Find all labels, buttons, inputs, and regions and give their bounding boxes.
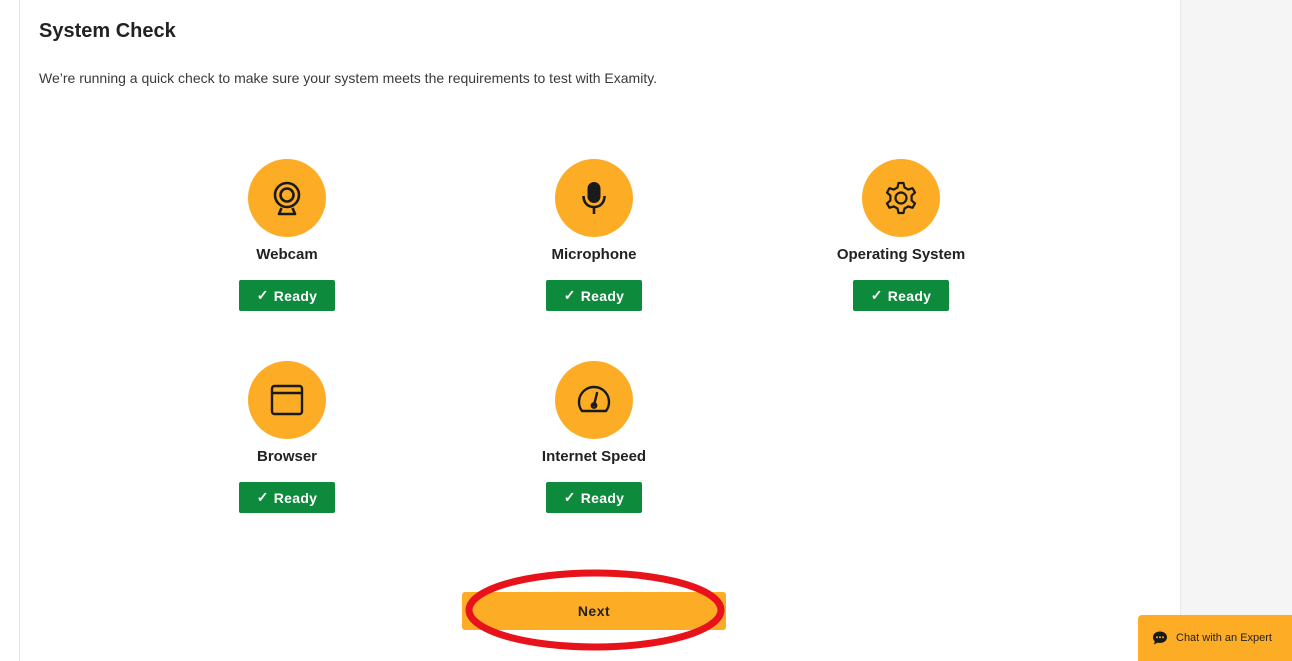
check-label: Internet Speed <box>541 448 647 465</box>
webcam-icon <box>248 159 326 237</box>
speedometer-icon <box>555 361 633 439</box>
gear-icon <box>862 159 940 237</box>
next-button[interactable]: Next <box>462 592 726 630</box>
checkmark-icon: ✓ <box>256 287 269 303</box>
checkmark-icon: ✓ <box>563 489 576 505</box>
check-label: Microphone <box>551 246 637 263</box>
check-browser: Browser ✓ Ready <box>187 361 387 513</box>
check-label: Operating System <box>836 246 966 263</box>
check-internet-speed: Internet Speed ✓ Ready <box>494 361 694 513</box>
microphone-icon <box>555 159 633 237</box>
status-badge: ✓ Ready <box>239 280 335 311</box>
check-operating-system: Operating System ✓ Ready <box>801 159 1001 311</box>
status-badge: ✓ Ready <box>546 280 642 311</box>
browser-window-icon <box>248 361 326 439</box>
check-webcam: Webcam ✓ Ready <box>187 159 387 311</box>
chat-label: Chat with an Expert <box>1176 632 1272 644</box>
checkmark-icon: ✓ <box>563 287 576 303</box>
check-label: Browser <box>256 448 318 465</box>
intro-text: We’re running a quick check to make sure… <box>39 70 658 86</box>
checkmark-icon: ✓ <box>256 489 269 505</box>
status-badge: ✓ Ready <box>546 482 642 513</box>
check-label: Webcam <box>256 246 318 263</box>
status-badge: ✓ Ready <box>239 482 335 513</box>
system-check-page: System Check We’re running a quick check… <box>0 0 1292 661</box>
right-side-panel <box>1180 0 1292 661</box>
chat-bubble-icon <box>1153 631 1167 645</box>
left-divider <box>19 0 20 661</box>
chat-with-expert-button[interactable]: Chat with an Expert <box>1138 615 1292 661</box>
checkmark-icon: ✓ <box>870 287 883 303</box>
page-title: System Check <box>39 20 176 42</box>
check-microphone: Microphone ✓ Ready <box>494 159 694 311</box>
status-badge: ✓ Ready <box>853 280 949 311</box>
